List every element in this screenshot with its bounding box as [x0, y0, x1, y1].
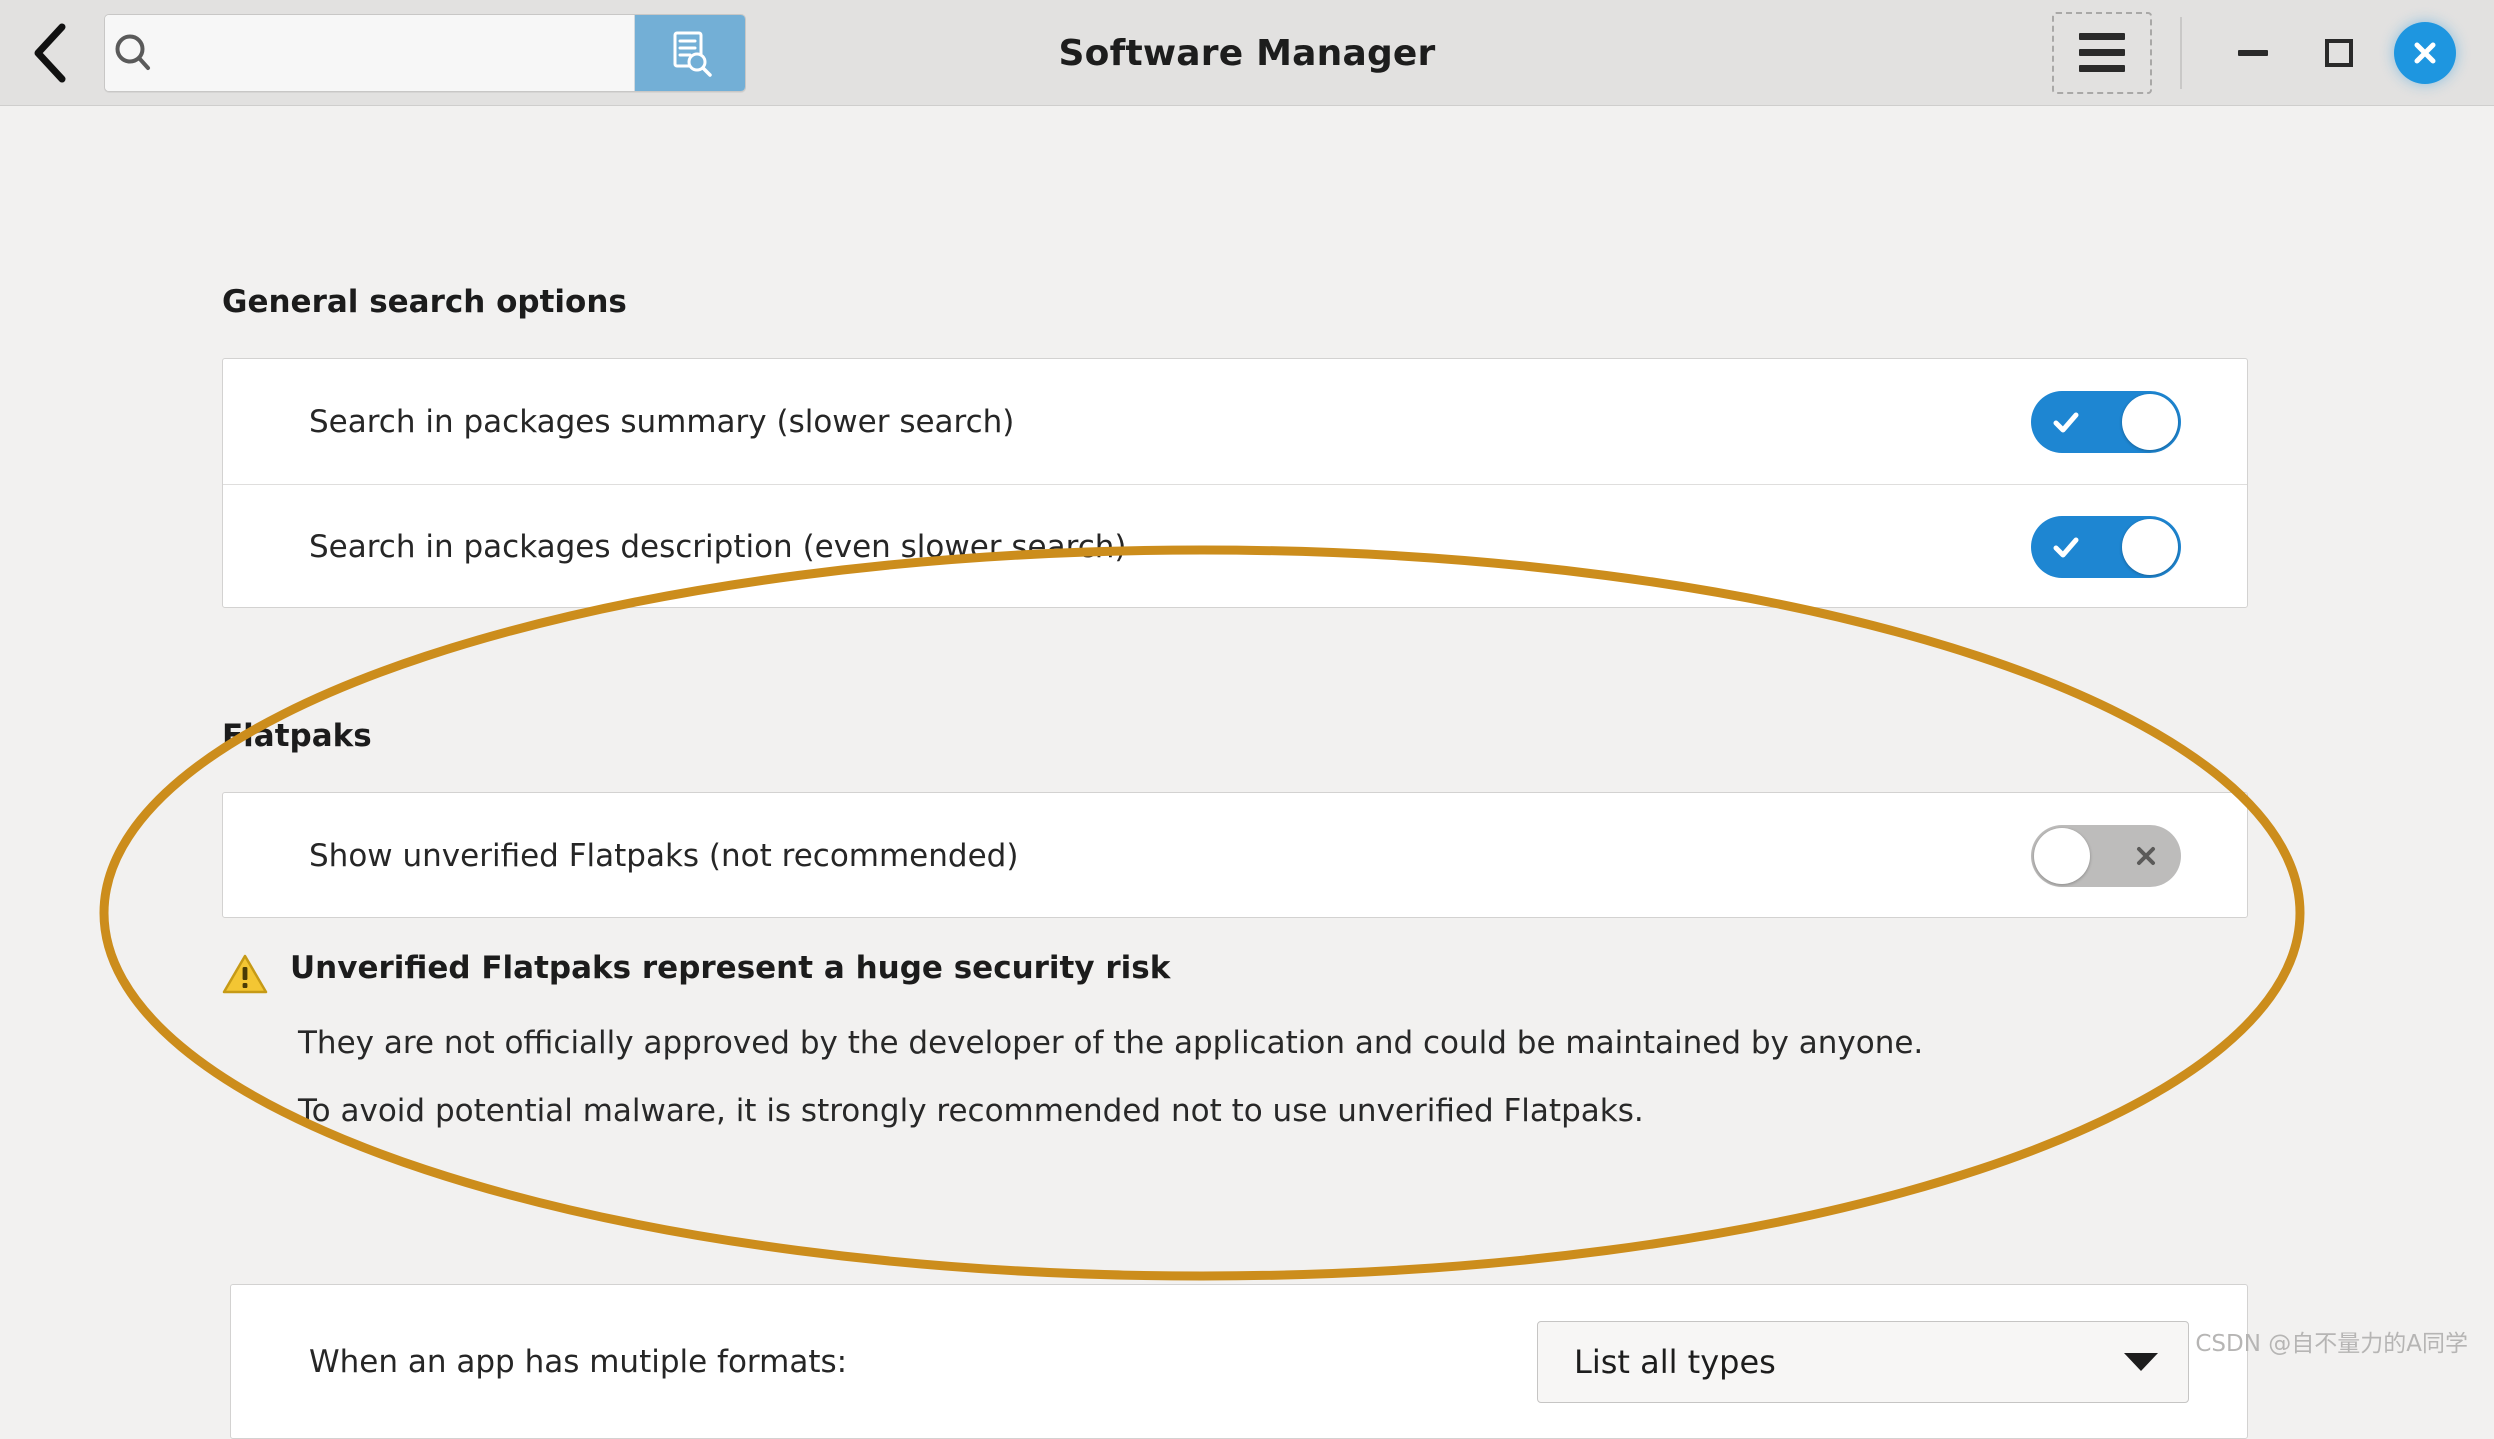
- check-icon: [2035, 516, 2097, 578]
- formats-label: When an app has mutiple formats:: [309, 1343, 848, 1380]
- row-show-unverified-flatpaks[interactable]: Show unverified Flatpaks (not recommende…: [223, 793, 2247, 918]
- section-title-general-search: General search options: [222, 284, 627, 320]
- chevron-down-icon: [2124, 1352, 2158, 1371]
- section-title-flatpaks: Flatpaks: [222, 718, 372, 754]
- formats-dropdown-value: List all types: [1574, 1342, 1776, 1381]
- row-multiple-formats: When an app has mutiple formats: List al…: [231, 1285, 2247, 1438]
- hamburger-line: [2079, 65, 2125, 72]
- toggle-knob: [2034, 827, 2090, 884]
- row-search-in-summary[interactable]: Search in packages summary (slower searc…: [223, 359, 2247, 484]
- row-label: Search in packages summary (slower searc…: [309, 403, 1015, 440]
- package-search-icon: [673, 31, 712, 77]
- warning-title: Unverified Flatpaks represent a huge sec…: [290, 950, 1171, 986]
- search-box[interactable]: [104, 13, 746, 92]
- minimize-icon: [2238, 49, 2268, 56]
- maximize-button[interactable]: [2296, 10, 2382, 96]
- close-icon: [2394, 21, 2456, 84]
- unverified-flatpaks-warning: Unverified Flatpaks represent a huge sec…: [222, 951, 2122, 1133]
- toggle-search-in-description[interactable]: [2031, 516, 2181, 578]
- close-button[interactable]: [2382, 10, 2468, 96]
- row-label: Search in packages description (even slo…: [309, 529, 1127, 565]
- toggle-search-in-summary[interactable]: [2031, 390, 2181, 453]
- warning-paragraph: They are not officially approved by the …: [298, 1025, 1924, 1061]
- window-titlebar: Software Manager: [0, 0, 2494, 106]
- toggle-knob: [2122, 393, 2178, 450]
- cross-icon: [2115, 825, 2177, 887]
- annotation-ellipse-overlay: [99, 545, 2305, 1281]
- flatpaks-card: Show unverified Flatpaks (not recommende…: [222, 792, 2248, 918]
- search-icon: [105, 14, 161, 91]
- general-search-card: Search in packages summary (slower searc…: [222, 358, 2248, 608]
- titlebar-divider: [2180, 16, 2182, 89]
- formats-dropdown[interactable]: List all types: [1537, 1320, 2189, 1403]
- hamburger-line: [2079, 33, 2125, 40]
- back-button[interactable]: [0, 0, 104, 106]
- package-search-button[interactable]: [634, 14, 745, 91]
- watermark: CSDN @自不量力的A同学: [2195, 1331, 2468, 1357]
- warning-header: Unverified Flatpaks represent a huge sec…: [222, 951, 2122, 999]
- toggle-show-unverified-flatpaks[interactable]: [2031, 824, 2181, 887]
- minimize-button[interactable]: [2210, 10, 2296, 96]
- row-label: Show unverified Flatpaks (not recommende…: [309, 837, 1019, 874]
- toggle-knob: [2122, 519, 2178, 575]
- hamburger-menu-icon[interactable]: [2052, 11, 2152, 94]
- warning-triangle-icon: [222, 953, 268, 999]
- row-search-in-description[interactable]: Search in packages description (even slo…: [223, 484, 2247, 609]
- warning-body: They are not officially approved by the …: [298, 1023, 2098, 1133]
- hamburger-line: [2079, 49, 2125, 56]
- maximize-icon: [2325, 38, 2353, 67]
- search-input[interactable]: [161, 14, 634, 91]
- app-formats-card: When an app has mutiple formats: List al…: [230, 1284, 2248, 1439]
- warning-paragraph: To avoid potential malware, it is strong…: [298, 1092, 1644, 1129]
- check-icon: [2035, 391, 2097, 453]
- window-controls: [2052, 0, 2494, 106]
